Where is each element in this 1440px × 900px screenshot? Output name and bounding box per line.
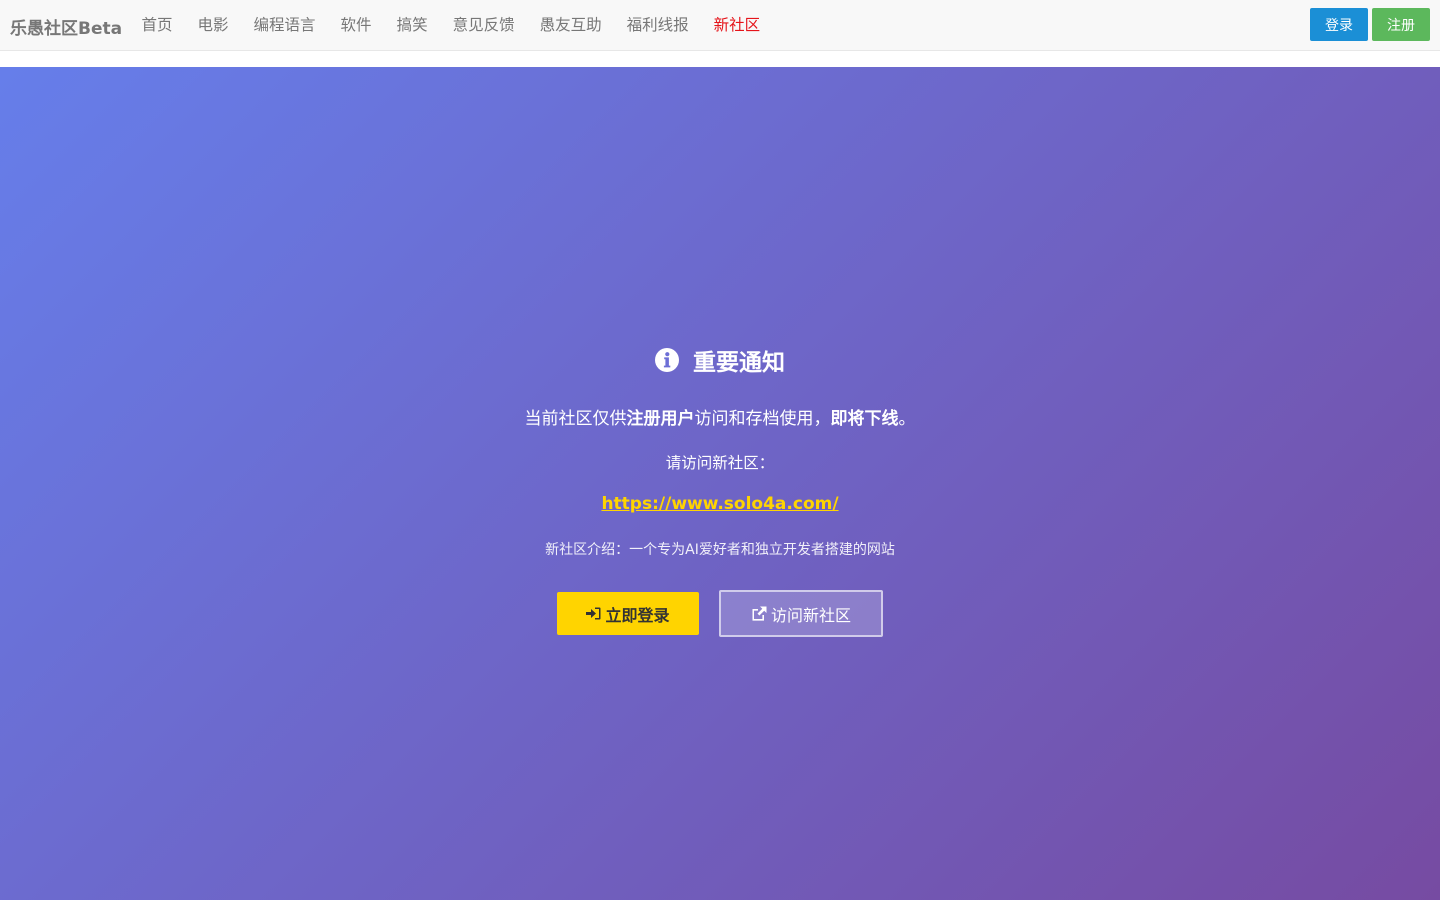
top-navbar: 乐愚社区Beta 首页 电影 编程语言 软件 搞笑 意见反馈 愚友互助 福利线报… bbox=[0, 0, 1440, 51]
new-community-link-row: https://www.solo4a.com/ bbox=[0, 494, 1440, 514]
notice-message-registered-users: 注册用户 bbox=[626, 409, 695, 429]
notice-message-prefix: 当前社区仅供 bbox=[524, 409, 627, 429]
login-now-label: 立即登录 bbox=[605, 605, 670, 625]
nav-item-funny[interactable]: 搞笑 bbox=[384, 0, 440, 50]
main-nav: 首页 电影 编程语言 软件 搞笑 意见反馈 愚友互助 福利线报 新社区 bbox=[129, 0, 773, 50]
nav-item-new-community[interactable]: 新社区 bbox=[701, 0, 773, 50]
notice-message-middle: 访问和存档使用， bbox=[694, 409, 831, 429]
nav-item-programming[interactable]: 编程语言 bbox=[241, 0, 328, 50]
notice-message-suffix: 。 bbox=[898, 409, 916, 429]
nav-item-mutual-help[interactable]: 愚友互助 bbox=[527, 0, 614, 50]
visit-prompt: 请访问新社区： bbox=[665, 454, 775, 472]
brand-logo[interactable]: 乐愚社区Beta bbox=[10, 14, 122, 39]
notice-hero: 重要通知 当前社区仅供注册用户访问和存档使用，即将下线。 请访问新社区： htt… bbox=[0, 67, 1440, 900]
visit-new-community-button[interactable]: 访问新社区 bbox=[719, 590, 883, 637]
new-community-link[interactable]: https://www.solo4a.com/ bbox=[601, 494, 838, 514]
notice-title: 重要通知 bbox=[0, 343, 1440, 377]
new-community-intro: 新社区介绍：一个专为AI爱好者和独立开发者搭建的网站 bbox=[545, 542, 895, 558]
nav-item-deals[interactable]: 福利线报 bbox=[614, 0, 701, 50]
visit-new-community-label: 访问新社区 bbox=[770, 605, 851, 625]
sign-in-icon bbox=[586, 607, 601, 620]
notice-message-going-offline: 即将下线 bbox=[830, 409, 899, 429]
external-link-icon bbox=[752, 606, 767, 621]
notice-title-text: 重要通知 bbox=[693, 350, 785, 376]
nav-item-feedback[interactable]: 意见反馈 bbox=[440, 0, 527, 50]
info-circle-icon bbox=[655, 348, 679, 372]
notice-message: 当前社区仅供注册用户访问和存档使用，即将下线。 bbox=[0, 404, 1440, 429]
login-now-button[interactable]: 立即登录 bbox=[557, 592, 699, 635]
nav-item-home[interactable]: 首页 bbox=[129, 0, 185, 50]
register-button[interactable]: 注册 bbox=[1372, 8, 1430, 41]
login-button[interactable]: 登录 bbox=[1310, 8, 1368, 41]
nav-item-software[interactable]: 软件 bbox=[328, 0, 384, 50]
nav-item-movies[interactable]: 电影 bbox=[185, 0, 241, 50]
